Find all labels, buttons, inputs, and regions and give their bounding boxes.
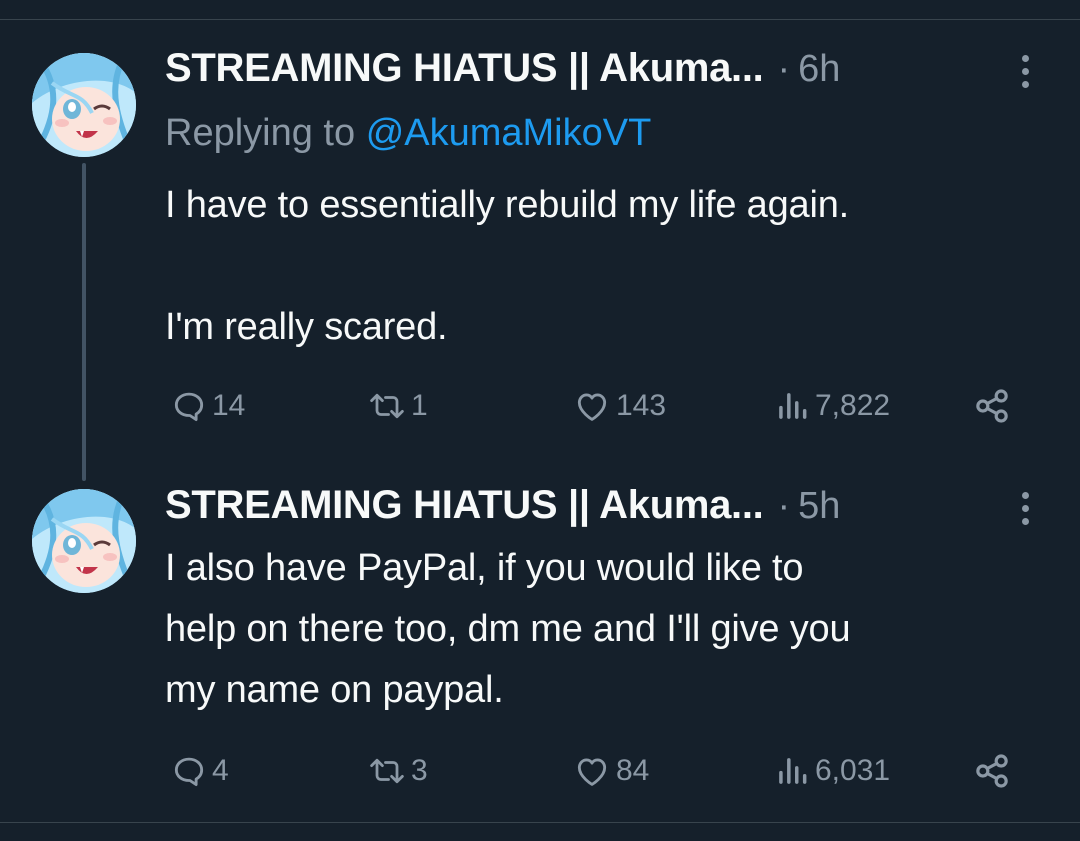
tweet-actions: 14 1 143 7,822 (0, 384, 1080, 428)
like-count: 84 (616, 754, 650, 787)
tweet-header: STREAMING HIATUS || Akuma... · 5h (165, 483, 840, 533)
author-name[interactable]: STREAMING HIATUS || Akuma... (165, 46, 764, 91)
tweet-text: I have to essentially rebuild my life ag… (165, 175, 1045, 358)
retweet-count: 1 (411, 389, 428, 422)
tweet-header: STREAMING HIATUS || Akuma... · 6h (165, 46, 840, 96)
like-count: 143 (616, 389, 667, 422)
thread-line (82, 163, 86, 481)
avatar-image (32, 53, 136, 157)
more-vertical-icon[interactable] (1017, 492, 1035, 528)
separator-dot: · (777, 485, 791, 527)
avatar-image (32, 489, 136, 593)
timestamp[interactable]: 6h (798, 48, 840, 91)
share-icon (976, 389, 1008, 423)
avatar[interactable] (32, 489, 136, 593)
tweet-text-line: I also have PayPal, if you would like to (165, 547, 804, 589)
heart-icon (577, 393, 607, 421)
views-button[interactable]: 6,031 (773, 749, 890, 793)
more-vertical-icon[interactable] (1017, 55, 1035, 91)
heart-icon (577, 758, 607, 786)
tweet-text-line: my name on paypal. (165, 669, 504, 711)
share-button[interactable] (972, 384, 1012, 428)
separator-dot: · (777, 48, 791, 90)
like-button[interactable]: 143 (572, 384, 666, 428)
retweet-button[interactable]: 1 (367, 384, 428, 428)
top-divider (0, 19, 1080, 20)
tweet-text-line: I have to essentially rebuild my life ag… (165, 184, 850, 226)
replying-handle-link[interactable]: @AkumaMikoVT (366, 112, 652, 154)
views-count: 7,822 (815, 389, 891, 422)
reply-count: 14 (212, 389, 246, 422)
replying-to: Replying to @AkumaMikoVT (165, 112, 651, 155)
reply-button[interactable]: 4 (170, 749, 229, 793)
reply-icon (174, 392, 204, 422)
views-count: 6,031 (815, 754, 891, 787)
reply-icon (174, 757, 204, 787)
share-button[interactable] (972, 749, 1012, 793)
reply-button[interactable]: 14 (170, 384, 245, 428)
replying-prefix: Replying to (165, 112, 356, 154)
tweet-actions: 4 3 84 6,031 (0, 749, 1080, 793)
timestamp[interactable]: 5h (798, 485, 840, 528)
tweet-text-line: I'm really scared. (165, 306, 448, 348)
views-icon (779, 393, 807, 419)
tweet-text: I also have PayPal, if you would like to… (165, 538, 1045, 721)
retweet-button[interactable]: 3 (367, 749, 428, 793)
reply-count: 4 (212, 754, 229, 787)
bottom-divider (0, 822, 1080, 823)
views-icon (779, 758, 807, 784)
share-icon (976, 754, 1008, 788)
retweet-icon (370, 393, 404, 419)
author-name[interactable]: STREAMING HIATUS || Akuma... (165, 483, 764, 528)
like-button[interactable]: 84 (572, 749, 649, 793)
tweet-text-line: help on there too, dm me and I'll give y… (165, 608, 851, 650)
retweet-count: 3 (411, 754, 428, 787)
avatar[interactable] (32, 53, 136, 157)
retweet-icon (370, 758, 404, 784)
views-button[interactable]: 7,822 (773, 384, 890, 428)
